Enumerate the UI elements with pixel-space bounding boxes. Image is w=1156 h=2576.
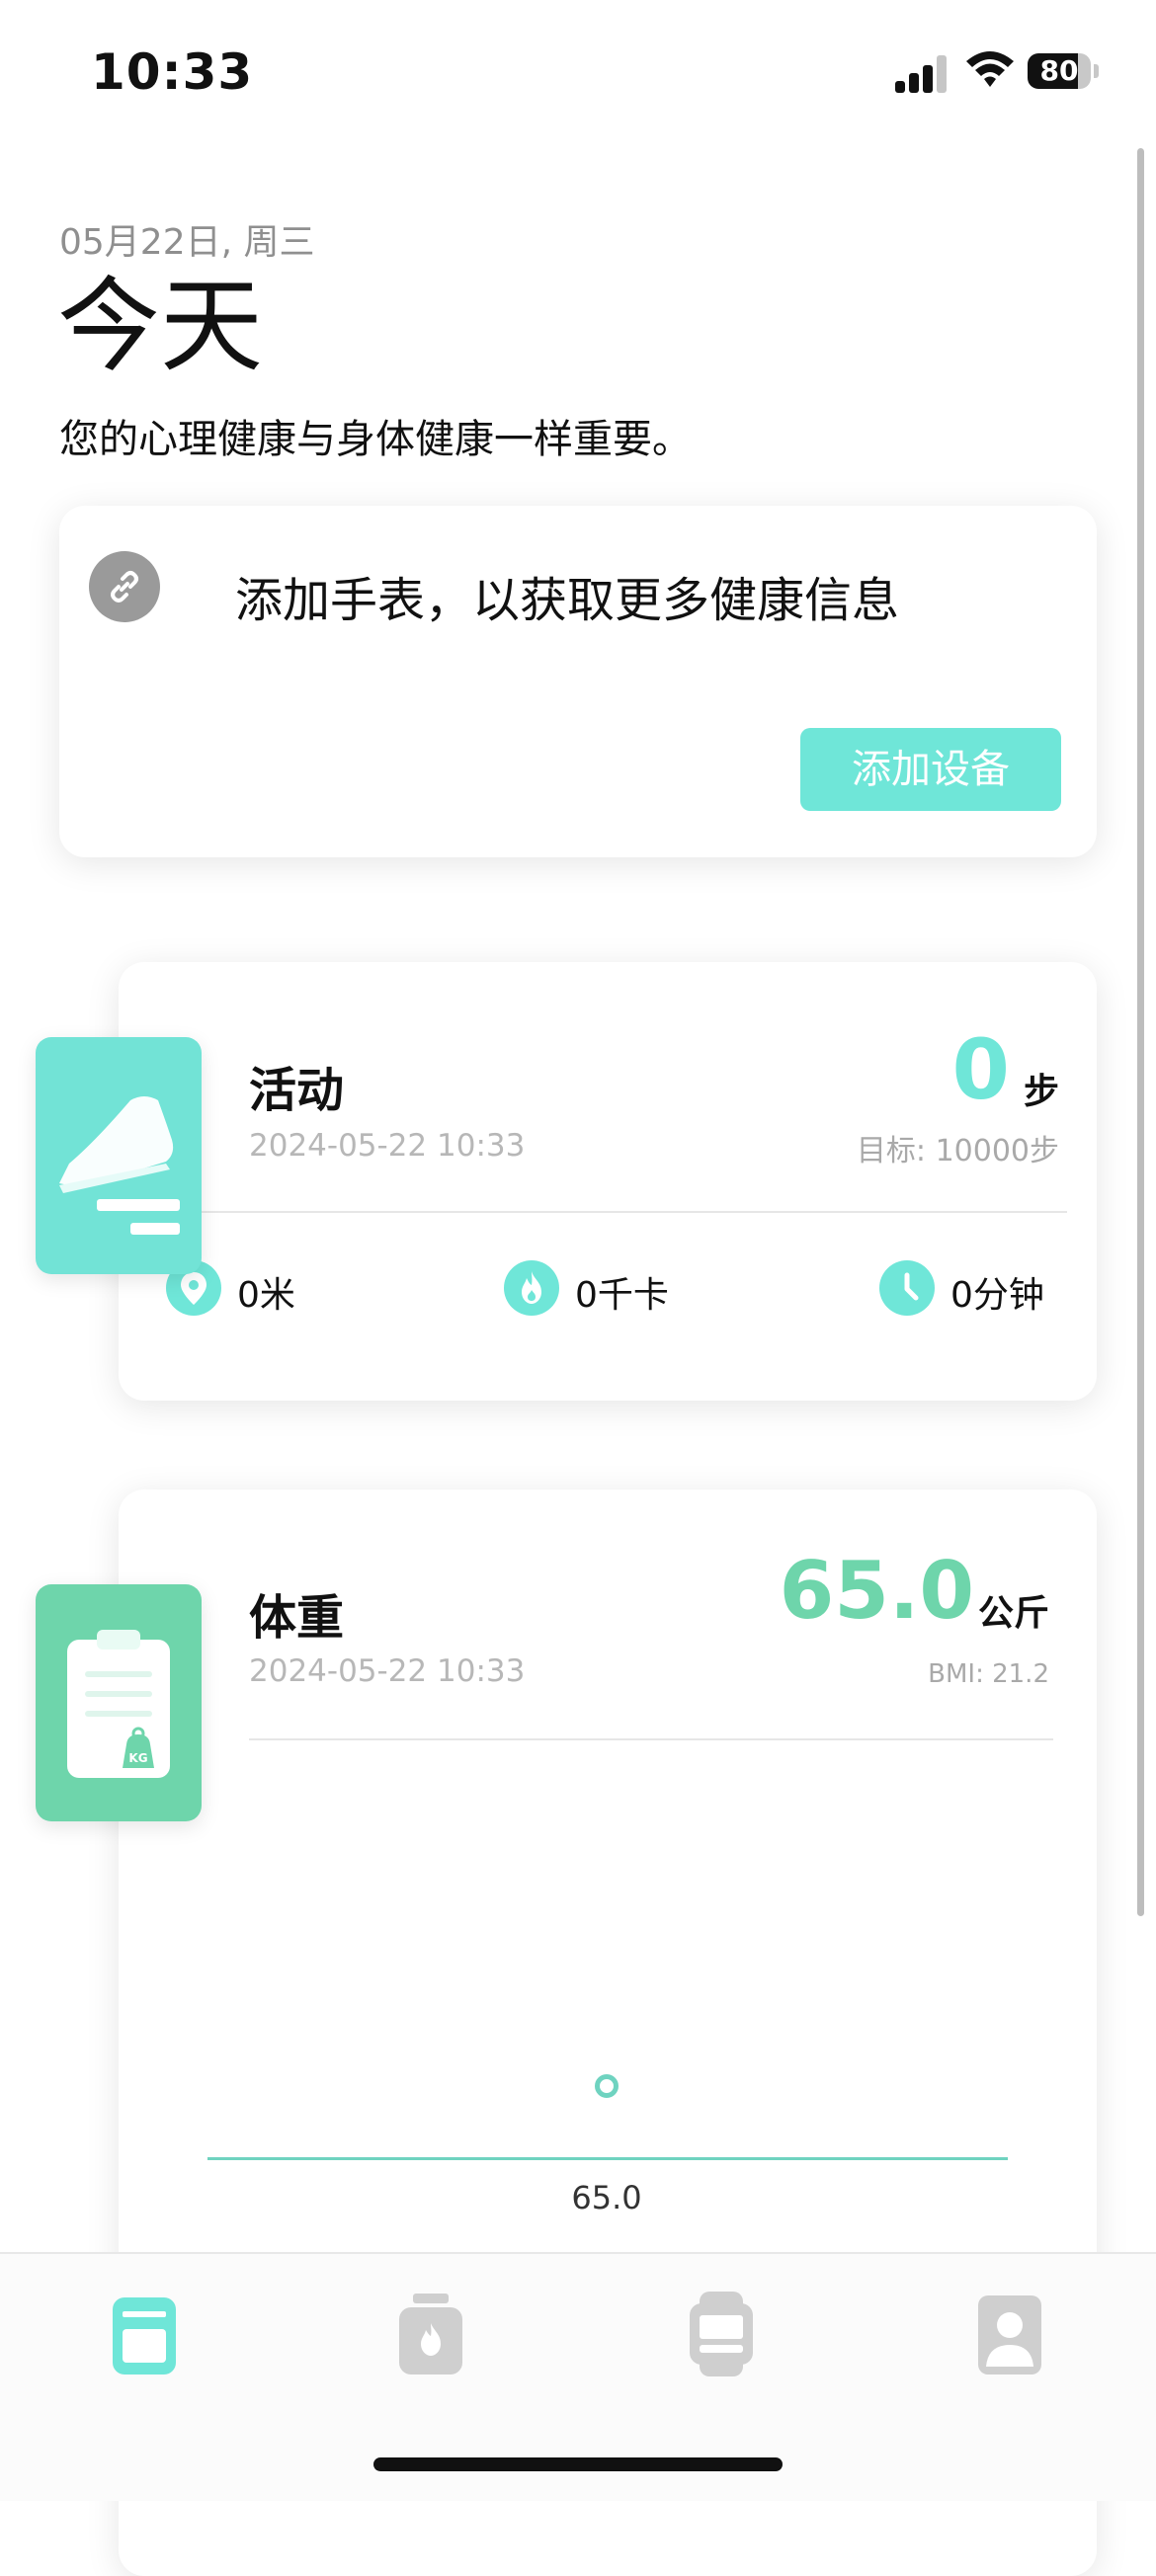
profile-icon xyxy=(978,2295,1041,2375)
calories-value: 0千卡 xyxy=(575,1275,669,1316)
clock-icon xyxy=(879,1260,935,1316)
step-count: 0 xyxy=(951,1021,1010,1118)
activity-timestamp: 2024-05-22 10:33 xyxy=(249,1128,526,1164)
add-device-button[interactable]: 添加设备 xyxy=(800,728,1061,811)
duration-stat: 0分钟 xyxy=(879,1258,1077,1318)
add-watch-card: 添加手表，以获取更多健康信息 添加设备 xyxy=(59,506,1097,857)
tab-profile[interactable] xyxy=(974,2290,1045,2378)
calorie-jar-icon xyxy=(399,2294,462,2375)
flame-icon xyxy=(504,1260,559,1316)
battery-icon: 80 xyxy=(1028,49,1099,93)
tab-calories[interactable] xyxy=(395,2290,466,2378)
link-icon xyxy=(89,551,160,622)
bmi-value: BMI: 21.2 xyxy=(928,1659,1049,1689)
page-title: 今天 xyxy=(57,266,264,386)
activity-title: 活动 xyxy=(249,1063,345,1118)
activity-card[interactable]: 活动 2024-05-22 10:33 0 步 目标: 10000步 0米 0千… xyxy=(119,962,1097,1401)
page-subtitle: 您的心理健康与身体健康一样重要。 xyxy=(59,417,692,462)
weight-chart-point[interactable] xyxy=(595,2074,619,2098)
weight-chart-label: 65.0 xyxy=(571,2179,642,2216)
weight-timestamp: 2024-05-22 10:33 xyxy=(249,1653,526,1689)
weight-title: 体重 xyxy=(249,1590,345,1646)
status-bar: 10:33 80 xyxy=(0,0,1156,138)
svg-text:KG: KG xyxy=(128,1751,147,1765)
tab-dashboard[interactable] xyxy=(109,2290,180,2378)
weight-divider xyxy=(249,1738,1053,1740)
step-goal: 目标: 10000步 xyxy=(856,1134,1059,1168)
sneaker-icon xyxy=(36,1037,202,1274)
calories-stat: 0千卡 xyxy=(504,1258,702,1318)
weight-value: 65.0 xyxy=(779,1545,974,1637)
status-time: 10:33 xyxy=(91,43,254,101)
add-watch-message: 添加手表，以获取更多健康信息 xyxy=(235,573,900,628)
distance-value: 0米 xyxy=(237,1275,295,1316)
clipboard-scale-icon: KG xyxy=(36,1584,202,1821)
step-unit: 步 xyxy=(1023,1072,1059,1112)
scrollbar[interactable] xyxy=(1137,148,1144,1916)
weight-chart-line xyxy=(207,2157,1008,2160)
watch-icon xyxy=(690,2292,753,2376)
duration-value: 0分钟 xyxy=(950,1275,1044,1316)
battery-level: 80 xyxy=(1028,53,1091,89)
tab-watch[interactable] xyxy=(686,2290,757,2378)
activity-divider xyxy=(202,1211,1067,1213)
dashboard-icon xyxy=(113,2297,176,2375)
cellular-signal-icon xyxy=(895,53,949,93)
date-label: 05月22日, 周三 xyxy=(59,222,315,263)
weight-unit: 公斤 xyxy=(977,1593,1049,1634)
wifi-icon xyxy=(966,51,1014,87)
home-indicator[interactable] xyxy=(373,2457,783,2471)
